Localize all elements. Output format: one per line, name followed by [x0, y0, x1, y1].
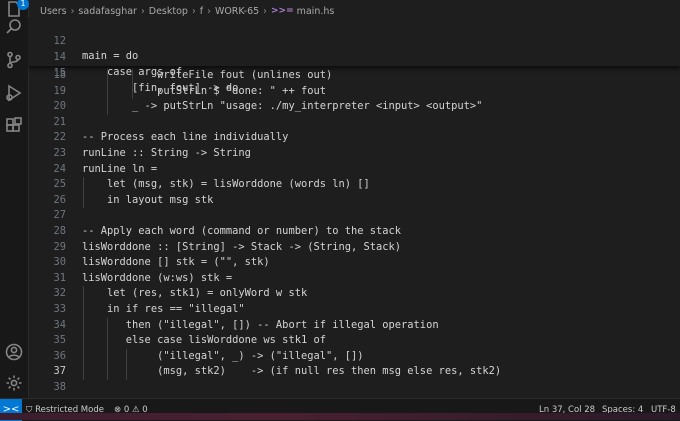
code-line[interactable]: 28 -- Apply each word (command or number)…: [28, 224, 680, 240]
code-line[interactable]: 26 in layout msg stk: [28, 193, 680, 209]
line-number: 28: [53, 225, 66, 237]
code-text: runLine :: String -> String: [82, 147, 251, 159]
code-line[interactable]: 20 _ -> putStrLn "usage: ./my_interprete…: [28, 99, 680, 115]
code-text: let (msg, stk) = lisWorddone (words ln) …: [82, 178, 370, 191]
line-number: 30: [53, 256, 66, 269]
code-line[interactable]: 35 else case lisWorddone ws stk1 of: [28, 333, 680, 349]
code-line[interactable]: 22 -- Process each line individually: [28, 130, 680, 146]
code-text: lisWorddone (w:ws) stk =: [82, 271, 233, 284]
code-line[interactable]: 30 lisWorddone [] stk = ("", stk): [28, 255, 680, 271]
source-control-icon[interactable]: [5, 51, 23, 69]
code-text: lisWorddone :: [String] -> Stack -> (Str…: [82, 240, 402, 253]
code-text: [fin, fout] -> do: [82, 82, 239, 95]
line-number: 29: [53, 240, 66, 253]
code-line[interactable]: 31 lisWorddone (w:ws) stk =: [28, 271, 680, 287]
code-text: then ("illegal", []) -- Abort if illegal…: [82, 318, 439, 331]
settings-gear-icon[interactable]: [5, 374, 23, 392]
line-number: 21: [53, 115, 66, 128]
indent-guide: [125, 348, 127, 380]
line-number: 37: [53, 365, 66, 378]
line-number: 36: [53, 349, 66, 362]
line-number: 38: [53, 381, 66, 393]
breadcrumb-item[interactable]: Desktop: [149, 6, 188, 17]
code-line[interactable]: 25 let (msg, stk) = lisWorddone (words l…: [28, 177, 680, 193]
code-line[interactable]: 23 runLine :: String -> String: [28, 146, 680, 162]
breadcrumb-item[interactable]: main.hs: [297, 6, 335, 17]
code-text: runLine ln =: [82, 162, 158, 175]
desktop-strip: [0, 413, 680, 420]
code-line[interactable]: 34 then ("illegal", []) -- Abort if ille…: [28, 318, 680, 334]
line-number: 24: [53, 162, 66, 175]
code-text: _ -> putStrLn "usage: ./my_interpreter <…: [82, 100, 483, 113]
code-line[interactable]: 29 lisWorddone :: [String] -> Stack -> (S…: [28, 240, 680, 256]
code-text: (msg, stk2) -> (if null res then msg els…: [82, 365, 502, 378]
code-line[interactable]: 32 let (res, stk1) = onlyWord w stk: [28, 286, 680, 302]
line-number: 25: [53, 178, 66, 191]
code-text: in if res == "illegal": [82, 303, 245, 315]
code-text: ("illegal", _) -> ("illegal", []): [82, 349, 364, 362]
breadcrumb-item[interactable]: Users: [40, 6, 67, 17]
run-debug-icon[interactable]: [5, 84, 23, 102]
breadcrumb-item[interactable]: WORK-65: [215, 6, 259, 17]
sticky-scroll-header[interactable]: 12 main = do 14 case args of 15 [fin, fo…: [28, 18, 680, 95]
line-number: 23: [53, 147, 66, 159]
code-line[interactable]: 38: [28, 380, 680, 396]
code-line[interactable]: 12 main = do: [28, 18, 680, 63]
line-number: 32: [53, 287, 66, 300]
chevron-right-icon: ›: [140, 5, 145, 17]
code-line[interactable]: 21: [28, 115, 680, 131]
activity-bar: 1: [0, 0, 29, 398]
code-text: else case lisWorddone ws stk1 of: [82, 334, 326, 347]
code-editor[interactable]: 12 main = do 14 case args of 15 [fin, fo…: [28, 18, 680, 398]
chevron-right-icon: ›: [70, 5, 75, 17]
code-text: lisWorddone [] stk = ("", stk): [82, 256, 270, 269]
chevron-right-icon: ›: [191, 5, 196, 17]
code-text: -- Process each line individually: [82, 131, 289, 144]
code-text: let (res, stk1) = onlyWord w stk: [82, 287, 308, 300]
line-number: 27: [53, 209, 66, 222]
line-number: 22: [53, 131, 66, 144]
line-number: 33: [53, 303, 66, 315]
haskell-file-icon: >>=: [270, 6, 294, 16]
indent-guide: [83, 286, 85, 380]
code-line[interactable]: 14 case args of: [28, 34, 680, 79]
breadcrumb-item[interactable]: f: [200, 6, 203, 17]
notification-badge: 1: [17, 0, 29, 10]
line-number: 34: [53, 318, 66, 331]
chevron-right-icon: ›: [263, 5, 267, 17]
code-line[interactable]: 24 runLine ln =: [28, 162, 680, 178]
chevron-right-icon: ›: [207, 5, 211, 17]
breadcrumb-item[interactable]: sadafasghar: [78, 6, 137, 17]
search-icon[interactable]: [5, 18, 23, 36]
code-text: -- Apply each word (command or number) t…: [82, 225, 402, 237]
line-number: 15: [53, 66, 66, 79]
indent-guide: [107, 317, 109, 380]
code-line[interactable]: 27: [28, 208, 680, 224]
code-line[interactable]: 15 [fin, fout] -> do: [28, 50, 680, 95]
line-number: 35: [53, 334, 66, 347]
line-number: 26: [53, 193, 66, 206]
extensions-icon[interactable]: [5, 117, 23, 135]
breadcrumb: Users › sadafasghar › Desktop › f › WORK…: [40, 3, 334, 19]
code-text: in layout msg stk: [82, 193, 214, 206]
code-line[interactable]: 33 in if res == "illegal": [28, 302, 680, 318]
explorer-icon[interactable]: 1: [5, 0, 29, 18]
code-text: case args of: [82, 66, 183, 79]
line-number: 31: [53, 271, 66, 284]
account-icon[interactable]: [5, 343, 23, 361]
indent-guide: [83, 177, 85, 209]
